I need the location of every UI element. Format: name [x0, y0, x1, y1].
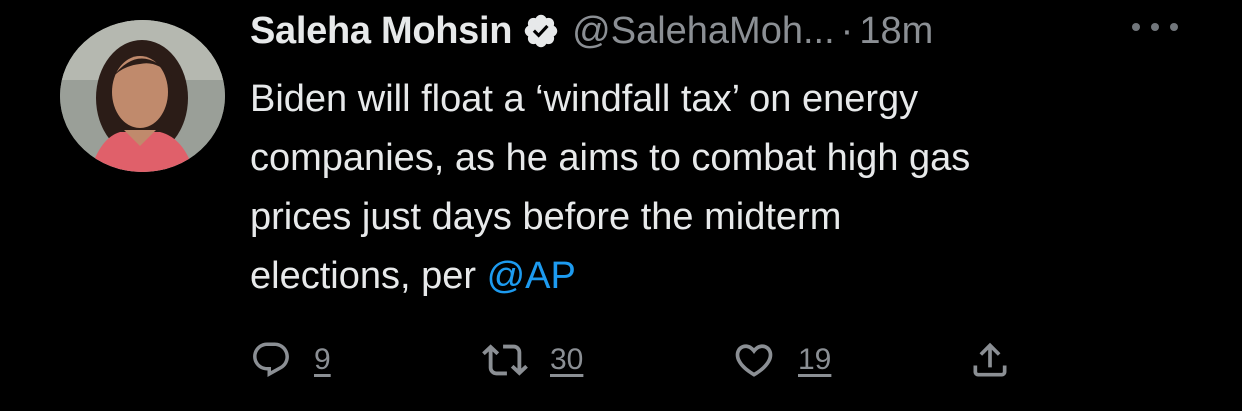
reply-button[interactable]: 9: [250, 330, 331, 390]
retweet-icon: [482, 344, 528, 376]
verified-badge-icon: [522, 12, 560, 50]
reply-count[interactable]: 9: [314, 343, 331, 377]
tweet-text-line: companies, as he aims to combat high gas: [250, 137, 971, 179]
tweet-text-line: prices just days before the midterm: [250, 196, 842, 238]
tweet-text-segment: elections, per: [250, 255, 487, 297]
tweet-text-line: Biden will float a ‘windfall tax’ on ene…: [250, 78, 919, 120]
retweet-button[interactable]: 30: [482, 330, 583, 390]
like-count[interactable]: 19: [798, 343, 831, 377]
timestamp-separator: ·: [840, 9, 854, 52]
share-button[interactable]: [968, 330, 1012, 390]
tweet[interactable]: Saleha Mohsin @SalehaMoh... · 18m Biden …: [0, 0, 1242, 411]
tweet-header: Saleha Mohsin @SalehaMoh... · 18m: [250, 6, 933, 56]
more-options-icon[interactable]: [1132, 12, 1178, 42]
tweet-text-line: elections, per @AP: [250, 247, 1170, 306]
reply-icon: [253, 342, 289, 377]
mention-link[interactable]: @AP: [487, 255, 576, 297]
author-handle[interactable]: @SalehaMoh...: [572, 10, 835, 53]
share-icon: [973, 342, 1007, 377]
like-button[interactable]: 19: [732, 330, 831, 390]
tweet-actions: 9 30 19: [250, 330, 1150, 390]
tweet-timestamp[interactable]: 18m: [859, 10, 933, 53]
profile-photo-icon: [60, 20, 225, 172]
author-display-name[interactable]: Saleha Mohsin: [250, 10, 512, 53]
retweet-count[interactable]: 30: [550, 343, 583, 377]
heart-icon: [735, 344, 773, 377]
tweet-text: Biden will float a ‘windfall tax’ on ene…: [250, 70, 1170, 306]
avatar[interactable]: [60, 20, 225, 172]
